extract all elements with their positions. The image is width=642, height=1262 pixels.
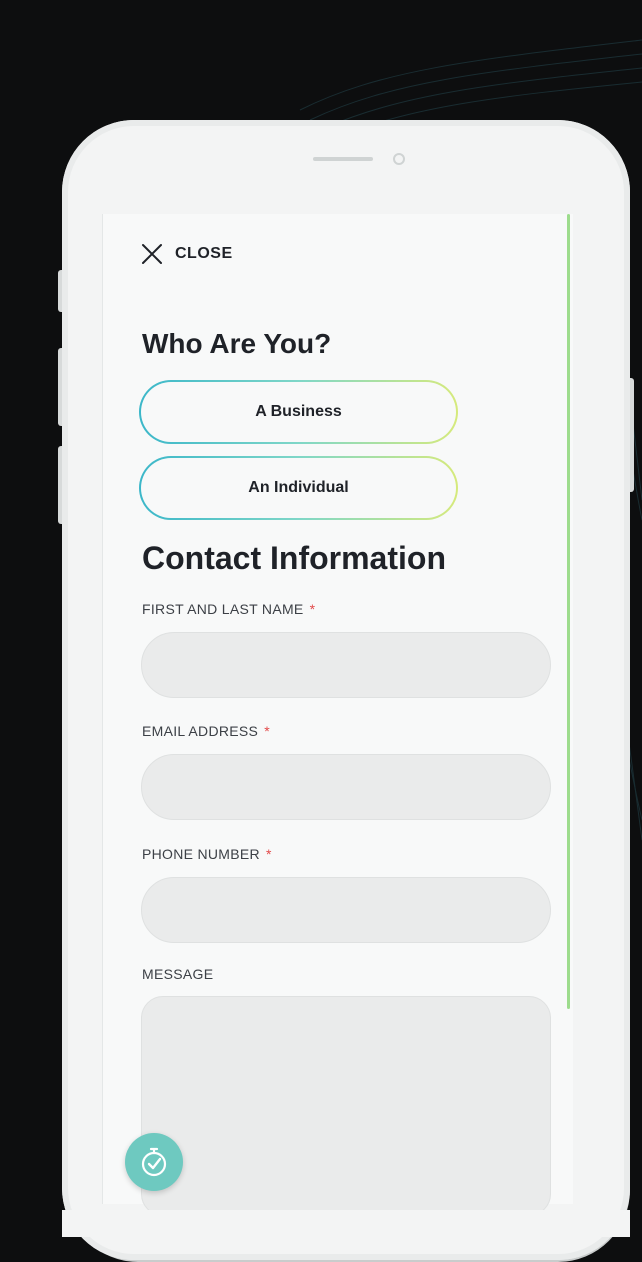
email-field-label-text: EMAIL ADDRESS bbox=[142, 723, 259, 739]
scroll-indicator bbox=[567, 214, 570, 1009]
option-individual-label: An Individual bbox=[248, 479, 349, 496]
option-business-button[interactable]: A Business bbox=[139, 380, 458, 444]
close-label: CLOSE bbox=[175, 245, 233, 262]
stopwatch-check-icon bbox=[141, 1147, 167, 1177]
phone-field-label-text: PHONE NUMBER bbox=[142, 846, 260, 862]
close-button[interactable]: CLOSE bbox=[141, 243, 233, 265]
message-field-label-text: MESSAGE bbox=[142, 966, 214, 982]
email-field-label: EMAIL ADDRESS * bbox=[142, 723, 270, 739]
contact-information-heading: Contact Information bbox=[142, 540, 446, 576]
phone-speaker bbox=[313, 157, 373, 161]
phone-bottom-bezel bbox=[62, 1210, 630, 1237]
name-input[interactable] bbox=[141, 632, 551, 698]
who-are-you-heading: Who Are You? bbox=[142, 328, 332, 359]
close-x-icon bbox=[142, 244, 162, 264]
option-business-label: A Business bbox=[255, 403, 342, 420]
required-mark: * bbox=[309, 601, 316, 617]
phone-camera bbox=[393, 153, 405, 165]
name-field-label: FIRST AND LAST NAME * bbox=[142, 601, 315, 617]
required-mark: * bbox=[264, 723, 270, 739]
floating-action-button[interactable] bbox=[125, 1133, 183, 1191]
message-field-label: MESSAGE bbox=[142, 966, 213, 982]
message-textarea[interactable] bbox=[141, 996, 551, 1216]
phone-input[interactable] bbox=[141, 877, 551, 943]
name-field-label-text: FIRST AND LAST NAME bbox=[142, 601, 304, 617]
required-mark: * bbox=[265, 846, 272, 862]
option-individual-button[interactable]: An Individual bbox=[139, 456, 458, 520]
email-input[interactable] bbox=[141, 754, 551, 820]
phone-field-label: PHONE NUMBER * bbox=[142, 846, 272, 862]
